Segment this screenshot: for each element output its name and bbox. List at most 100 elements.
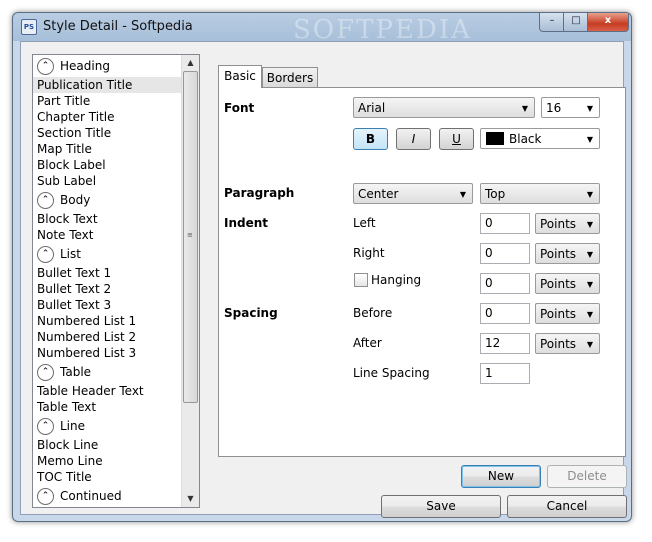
list-item[interactable]: Numbered List 2	[33, 329, 181, 345]
list-item[interactable]: Block Text	[33, 211, 181, 227]
indent-right-input[interactable]: 0	[480, 243, 530, 264]
indent-hanging-unit-select[interactable]: Points ▼	[535, 273, 600, 294]
list-item[interactable]: TOC Title	[33, 469, 181, 485]
font-color-value: Black	[509, 132, 542, 146]
line-spacing-label: Line Spacing	[353, 366, 430, 380]
hanging-checkbox[interactable]	[354, 273, 368, 287]
spacing-before-unit-select[interactable]: Points ▼	[535, 303, 600, 324]
chevron-down-icon: ▼	[586, 190, 593, 199]
paragraph-valign-value: Top	[485, 187, 506, 201]
chevron-up-icon[interactable]: ⌃	[37, 487, 54, 505]
indent-left-unit-select[interactable]: Points ▼	[535, 213, 600, 234]
indent-left-input[interactable]: 0	[480, 213, 530, 234]
spacing-after-unit-select[interactable]: Points ▼	[535, 333, 600, 354]
paragraph-section-label: Paragraph	[224, 186, 295, 200]
vertical-scrollbar[interactable]: ▲ ≡ ▼	[181, 55, 199, 507]
list-item[interactable]: Note Text	[33, 227, 181, 243]
scroll-up-icon[interactable]: ▲	[182, 55, 199, 71]
spacing-before-unit-value: Points	[540, 307, 577, 321]
list-item[interactable]: Sub Label	[33, 173, 181, 189]
list-group-header[interactable]: ⌃ Heading	[33, 55, 181, 77]
list-group-label: Continued	[60, 489, 122, 503]
maximize-button[interactable]: □	[563, 13, 589, 32]
spacing-after-input[interactable]: 12	[480, 333, 530, 354]
list-group-label: Body	[60, 193, 91, 207]
spacing-section-label: Spacing	[224, 306, 278, 320]
new-button[interactable]: New	[461, 465, 541, 488]
font-family-value: Arial	[358, 101, 386, 115]
spacing-before-input[interactable]: 0	[480, 303, 530, 324]
cancel-button[interactable]: Cancel	[507, 495, 627, 518]
save-button[interactable]: Save	[381, 495, 501, 518]
chevron-up-icon[interactable]: ⌃	[37, 57, 54, 75]
list-item[interactable]: Map Title	[33, 141, 181, 157]
list-item[interactable]: Part Title	[33, 93, 181, 109]
list-group-header[interactable]: ⌃ Body	[33, 189, 181, 211]
close-button[interactable]: x	[587, 13, 629, 32]
font-family-select[interactable]: Arial ▼	[353, 97, 535, 118]
minimize-button[interactable]: –	[539, 13, 565, 32]
tab-borders[interactable]: Borders	[262, 67, 318, 88]
chevron-up-icon[interactable]: ⌃	[37, 363, 54, 381]
paragraph-valign-select[interactable]: Top ▼	[480, 183, 600, 204]
chevron-down-icon: ▼	[586, 340, 593, 349]
chevron-down-icon: ▼	[521, 104, 528, 113]
font-size-value: 16	[546, 101, 562, 115]
chevron-down-icon: ▼	[586, 104, 593, 113]
list-item[interactable]: Bullet Text 2	[33, 281, 181, 297]
indent-right-label: Right	[353, 246, 385, 260]
grip-icon: ≡	[187, 231, 193, 239]
delete-button[interactable]: Delete	[547, 465, 627, 488]
list-group-header[interactable]: ⌃ Line	[33, 415, 181, 437]
indent-section-label: Indent	[224, 216, 269, 230]
indent-hanging-input[interactable]: 0	[480, 273, 530, 294]
basic-panel: Font Arial ▼ 16 ▼ B I U Black ▼ Paragraph C…	[218, 87, 626, 457]
chevron-up-icon[interactable]: ⌃	[37, 417, 54, 435]
list-item[interactable]: Table Text	[33, 399, 181, 415]
font-section-label: Font	[224, 101, 255, 115]
spacing-after-unit-value: Points	[540, 337, 577, 351]
list-item[interactable]: Table Header Text	[33, 383, 181, 399]
style-list[interactable]: ⌃ Heading Publication Title Part Title Chapt…	[32, 54, 200, 508]
list-group-label: Table	[60, 365, 92, 379]
list-group-header[interactable]: ⌃ Continued	[33, 485, 181, 507]
list-group-label: Line	[60, 419, 86, 433]
indent-right-unit-select[interactable]: Points ▼	[535, 243, 600, 264]
list-item[interactable]: Bullet Text 1	[33, 265, 181, 281]
indent-hanging-unit-value: Points	[540, 277, 577, 291]
spacing-after-label: After	[353, 336, 382, 350]
hanging-label: Hanging	[371, 273, 422, 287]
scroll-down-icon[interactable]: ▼	[182, 491, 199, 507]
font-color-select[interactable]: Black ▼	[480, 128, 600, 149]
list-item[interactable]: Publication Title	[33, 77, 181, 93]
list-item[interactable]: Block Line	[33, 437, 181, 453]
bold-button[interactable]: B	[353, 128, 388, 150]
scroll-thumb[interactable]: ≡	[183, 71, 198, 403]
list-item[interactable]: Numbered List 1	[33, 313, 181, 329]
chevron-down-icon: ▼	[459, 190, 466, 199]
font-size-select[interactable]: 16 ▼	[541, 97, 600, 118]
indent-left-unit-value: Points	[540, 217, 577, 231]
list-item[interactable]: Chapter Title	[33, 109, 181, 125]
chevron-up-icon[interactable]: ⌃	[37, 245, 54, 263]
list-group-header[interactable]: ⌃ Table	[33, 361, 181, 383]
title-bar[interactable]: PS Style Detail - Softpedia SOFTPEDIA – …	[13, 13, 631, 45]
color-swatch	[486, 132, 504, 145]
document-icon: PS	[21, 19, 37, 35]
chevron-down-icon: ▼	[586, 135, 593, 144]
list-item[interactable]: Memo Line	[33, 453, 181, 469]
list-item[interactable]: Numbered List 3	[33, 345, 181, 361]
italic-button[interactable]: I	[396, 128, 431, 150]
underline-button[interactable]: U	[439, 128, 474, 150]
tab-basic[interactable]: Basic	[218, 65, 262, 88]
paragraph-align-select[interactable]: Center ▼	[353, 183, 473, 204]
line-spacing-input[interactable]: 1	[480, 363, 530, 384]
list-item[interactable]: Block Label	[33, 157, 181, 173]
style-detail-window: PS Style Detail - Softpedia SOFTPEDIA – …	[12, 12, 632, 522]
paragraph-align-value: Center	[358, 187, 399, 201]
chevron-up-icon[interactable]: ⌃	[37, 191, 54, 209]
list-item[interactable]: Bullet Text 3	[33, 297, 181, 313]
indent-right-unit-value: Points	[540, 247, 577, 261]
list-item[interactable]: Section Title	[33, 125, 181, 141]
list-group-header[interactable]: ⌃ List	[33, 243, 181, 265]
